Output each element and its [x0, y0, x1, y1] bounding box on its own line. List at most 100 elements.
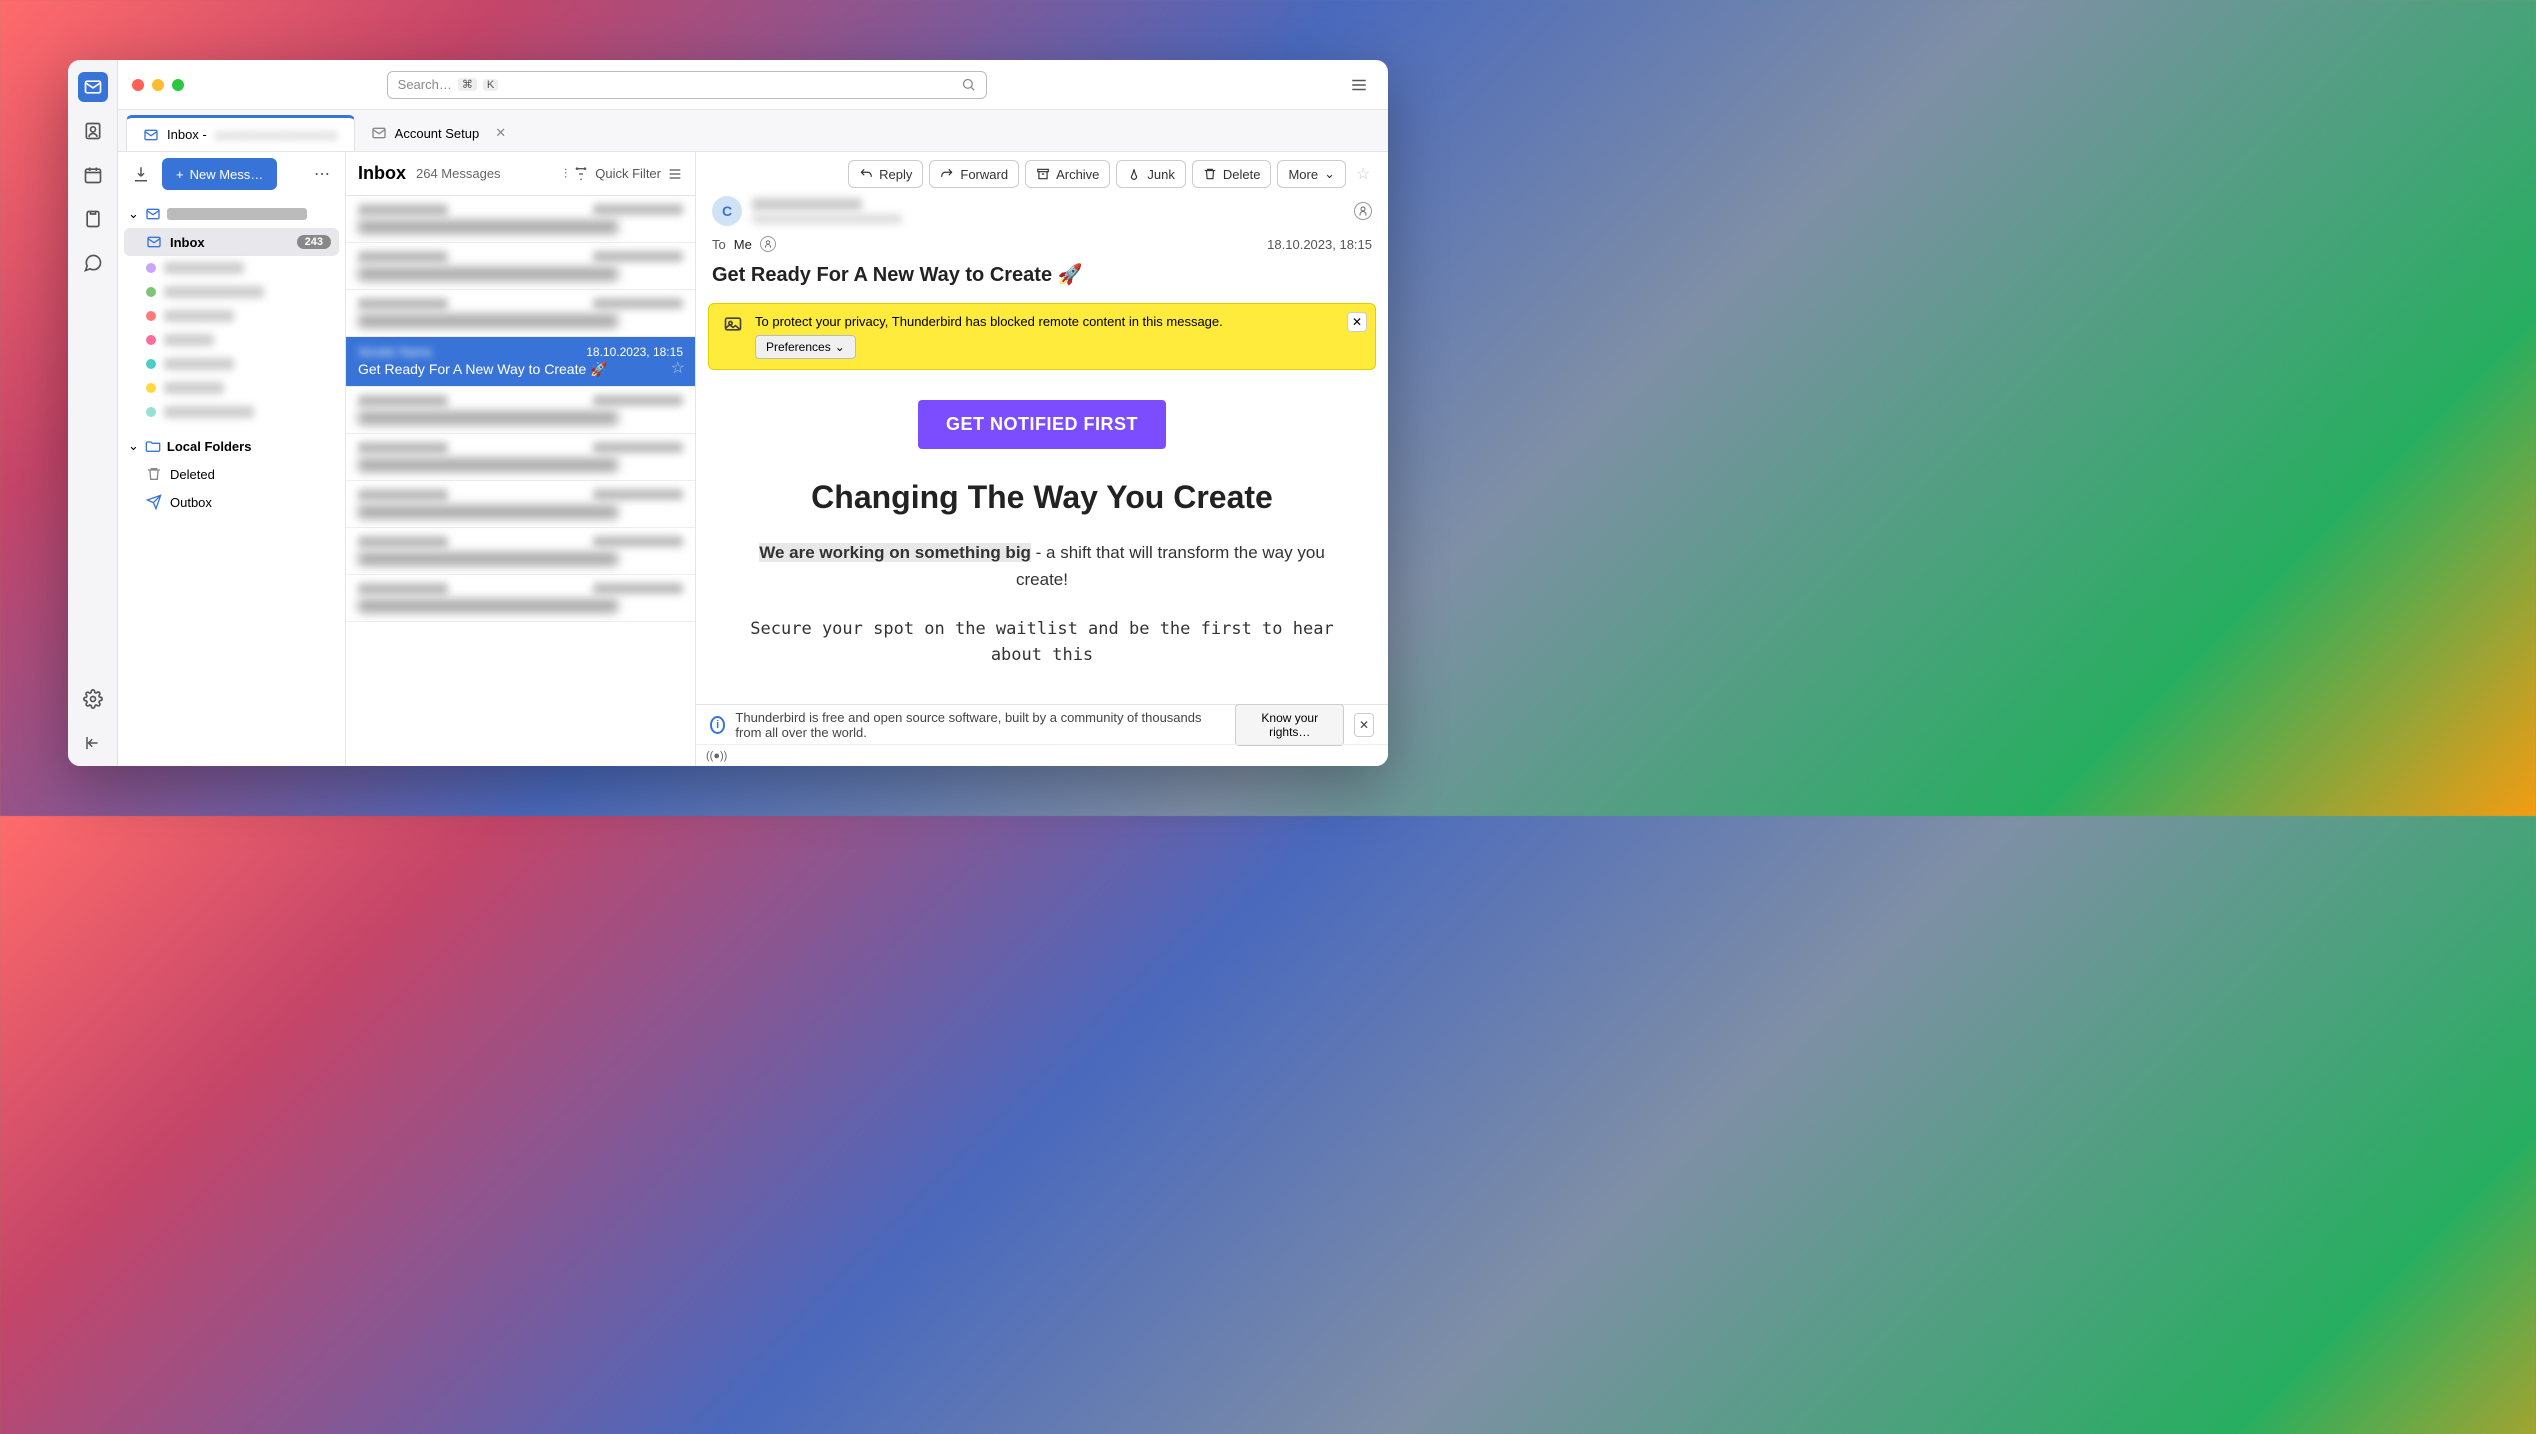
more-button[interactable]: More⌄	[1277, 160, 1346, 188]
thread-item[interactable]	[346, 196, 695, 243]
thread-title: Inbox	[358, 163, 406, 184]
tab-label: Account Setup	[395, 126, 480, 141]
folder-blurred[interactable]	[124, 328, 339, 352]
junk-button[interactable]: Junk	[1116, 160, 1185, 188]
archive-button[interactable]: Archive	[1025, 160, 1110, 188]
know-your-rights-button[interactable]: Know your rights…	[1235, 704, 1344, 746]
from-name-blurred	[752, 198, 862, 211]
minimize-window-button[interactable]	[152, 79, 164, 91]
folder-label: Outbox	[170, 495, 331, 510]
unread-badge: 243	[297, 235, 331, 249]
message-header: C To Me	[696, 196, 1388, 297]
message-body: GET NOTIFIED FIRST Changing The Way You …	[696, 370, 1388, 704]
chat-space-icon[interactable]	[78, 248, 108, 278]
footer-bar: i Thunderbird is free and open source so…	[696, 704, 1388, 744]
forward-button[interactable]: Forward	[929, 160, 1019, 188]
info-icon: i	[710, 716, 725, 734]
close-window-button[interactable]	[132, 79, 144, 91]
maximize-window-button[interactable]	[172, 79, 184, 91]
account-row[interactable]: ⌄	[124, 200, 339, 228]
chevron-down-icon: ⌄	[128, 206, 139, 222]
thread-item[interactable]	[346, 575, 695, 622]
new-message-label: New Mess…	[190, 167, 264, 182]
folder-outbox[interactable]: Outbox	[124, 488, 339, 516]
message-date: 18.10.2023, 18:15	[1267, 237, 1372, 252]
folder-inbox[interactable]: Inbox 243	[124, 228, 339, 256]
thread-sender-blurred: Sender Name	[358, 345, 432, 359]
app-menu-button[interactable]	[1344, 71, 1374, 99]
titlebar: Search… ⌘ K	[118, 60, 1388, 110]
body-heading: Changing The Way You Create	[736, 479, 1348, 516]
window-controls	[132, 79, 184, 91]
settings-space-icon[interactable]	[78, 684, 108, 714]
reply-button[interactable]: Reply	[848, 160, 923, 188]
star-icon[interactable]: ☆	[671, 358, 685, 378]
me-contact-icon[interactable]	[760, 236, 776, 252]
three-pane: + New Mess… ⋯ ⌄ Inbox 243	[118, 152, 1388, 766]
message-count: 264 Messages	[416, 166, 501, 181]
kbd-k: K	[483, 79, 498, 91]
quick-filter-label[interactable]: Quick Filter	[595, 166, 661, 181]
body-paragraph-1: We are working on something big - a shif…	[736, 540, 1348, 593]
folder-blurred[interactable]	[124, 376, 339, 400]
delete-button[interactable]: Delete	[1192, 160, 1272, 188]
folder-pane: + New Mess… ⋯ ⌄ Inbox 243	[118, 152, 346, 766]
thread-pane: Inbox 264 Messages ⫶ Quick Filter	[346, 152, 696, 766]
tab-inbox[interactable]: Inbox - aaaaaaaaaaaaaaaaa	[126, 115, 355, 151]
thread-item[interactable]	[346, 290, 695, 337]
star-message-icon[interactable]: ☆	[1356, 164, 1376, 184]
folder-deleted[interactable]: Deleted	[124, 460, 339, 488]
filter-handle-icon[interactable]: ⫶	[564, 166, 567, 182]
thread-list[interactable]: Sender Name 18.10.2023, 18:15 Get Ready …	[346, 196, 695, 766]
body-p1-bold: We are working on something big	[759, 543, 1031, 562]
filter-icon[interactable]	[573, 166, 589, 182]
folder-pane-more-button[interactable]: ⋯	[309, 161, 335, 187]
from-row: C	[712, 196, 1372, 226]
status-bar: ((●))	[696, 744, 1388, 766]
plus-icon: +	[176, 167, 184, 182]
preferences-button[interactable]: Preferences ⌄	[755, 335, 856, 359]
display-options-icon[interactable]	[667, 166, 683, 182]
search-placeholder: Search…	[398, 77, 452, 92]
tab-account-setup[interactable]: Account Setup ✕	[355, 115, 522, 151]
folder-blurred[interactable]	[124, 352, 339, 376]
thread-item-selected[interactable]: Sender Name 18.10.2023, 18:15 Get Ready …	[346, 337, 695, 387]
thread-item[interactable]	[346, 528, 695, 575]
remote-content-icon	[723, 314, 743, 334]
global-search-input[interactable]: Search… ⌘ K	[387, 71, 987, 99]
body-p1-rest: - a shift that will transform the way yo…	[1016, 543, 1325, 589]
calendar-space-icon[interactable]	[78, 160, 108, 190]
thread-item[interactable]	[346, 434, 695, 481]
local-folders-row[interactable]: ⌄ Local Folders	[124, 432, 339, 460]
thread-item[interactable]	[346, 387, 695, 434]
activity-icon: ((●))	[706, 750, 727, 762]
message-subject: Get Ready For A New Way to Create 🚀	[712, 262, 1372, 287]
message-toolbar: Reply Forward Archive Junk Delete More⌄ …	[696, 152, 1388, 196]
folder-blurred[interactable]	[124, 280, 339, 304]
collapse-icon[interactable]	[78, 728, 108, 758]
addressbook-space-icon[interactable]	[78, 116, 108, 146]
cta-button[interactable]: GET NOTIFIED FIRST	[918, 400, 1166, 449]
from-email-blurred	[752, 214, 902, 224]
folder-blurred[interactable]	[124, 304, 339, 328]
tasks-space-icon[interactable]	[78, 204, 108, 234]
close-footer-button[interactable]: ✕	[1354, 713, 1374, 737]
tab-account-blurred: aaaaaaaaaaaaaaaaa	[215, 127, 338, 142]
thread-item[interactable]	[346, 243, 695, 290]
folder-blurred[interactable]	[124, 400, 339, 424]
thread-item[interactable]	[346, 481, 695, 528]
close-notice-button[interactable]: ✕	[1347, 312, 1367, 332]
body-paragraph-2: Secure your spot on the waitlist and be …	[736, 617, 1348, 668]
new-message-button[interactable]: + New Mess…	[162, 158, 277, 190]
chevron-down-icon: ⌄	[1324, 166, 1335, 182]
notice-content: To protect your privacy, Thunderbird has…	[755, 314, 1223, 359]
folder-blurred[interactable]	[124, 256, 339, 280]
thread-header: Inbox 264 Messages ⫶ Quick Filter	[346, 152, 695, 196]
close-tab-icon[interactable]: ✕	[495, 125, 506, 141]
folder-label: Inbox	[170, 235, 289, 250]
add-contact-icon[interactable]	[1354, 202, 1372, 220]
get-messages-button[interactable]	[128, 161, 154, 187]
mail-space-icon[interactable]	[78, 72, 108, 102]
chevron-down-icon: ⌄	[835, 340, 845, 354]
local-folders-label: Local Folders	[167, 439, 252, 454]
